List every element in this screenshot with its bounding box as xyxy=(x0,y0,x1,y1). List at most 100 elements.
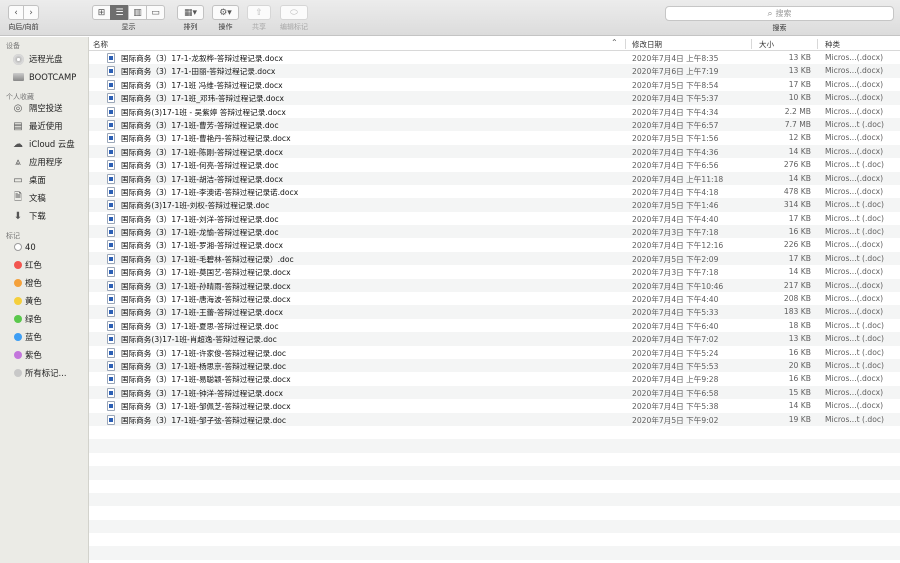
file-size: 13 KB xyxy=(788,66,811,76)
search-icon: ⌕ xyxy=(767,8,773,19)
file-kind: Micros...(.docx) xyxy=(825,146,884,156)
gear-icon: ⚙▾ xyxy=(219,7,232,18)
table-row[interactable]: 国际商务（3）17-1班-曹芳-答辩过程记录.doc 2020年7月4日 下午6:… xyxy=(89,117,900,132)
edit-tags-button[interactable]: ⬭ xyxy=(280,5,308,20)
file-kind: Micros...t (.doc) xyxy=(825,200,885,210)
table-row[interactable]: 国际商务（3）17-1班-王蕾-答辩过程记录.docx 2020年7月4日 下午5… xyxy=(89,305,900,319)
list-view-button[interactable]: ☰ xyxy=(110,5,129,20)
file-name: 国际商务(3)17-1班-刘权-答辩过程记录.doc xyxy=(121,201,270,211)
column-view-button[interactable]: ▥ xyxy=(128,5,147,20)
sidebar-tag-5[interactable]: 蓝色 xyxy=(0,328,88,346)
table-row[interactable]: 国际商务（3）17-1班-胡洁-答辩过程记录.docx 2020年7月4日 上午1… xyxy=(89,171,900,185)
table-row[interactable]: 国际商务(3)17-1班 - 吴紫婷 答辩过程记录.docx 2020年7月4日 … xyxy=(89,105,900,118)
sidebar-item-bootcamp[interactable]: BOOTCAMP xyxy=(0,68,88,86)
file-date: 2020年7月3日 下午7:18 xyxy=(632,228,719,238)
sidebar-item-icloud[interactable]: ☁ iCloud 云盘 xyxy=(0,135,88,153)
file-date: 2020年7月4日 下午10:46 xyxy=(632,281,724,291)
sidebar-tag-1[interactable]: 红色 xyxy=(0,256,88,274)
sidebar-item-documents[interactable]: 🗎 文稿 xyxy=(0,189,88,207)
table-row[interactable]: 国际商务（3）17-1班-刘洋-答辩过程记录.doc 2020年7月4日 下午4:… xyxy=(89,212,900,225)
arrange-button[interactable]: ▦▾ xyxy=(177,5,204,20)
date-column-header[interactable]: 修改日期 xyxy=(632,39,662,50)
file-name: 国际商务（3）17-1班-胡洁-答辩过程记录.docx xyxy=(121,174,283,184)
sidebar-item-recents[interactable]: ▤ 最近使用 xyxy=(0,117,88,135)
file-kind: Micros...t (.doc) xyxy=(825,334,885,344)
table-row[interactable]: 国际商务（3）17-1班-毛碧林-答辩过程记录）.doc 2020年7月5日 下午… xyxy=(89,251,900,266)
sidebar-tag-label: 绿色 xyxy=(25,314,42,324)
file-name: 国际商务（3）17-1-龙叙桦-答辩过程记录.docx xyxy=(121,54,283,63)
table-row[interactable]: 国际商务（3）17-1班-唐海波-答辩过程记录.docx 2020年7月4日 下午… xyxy=(89,292,900,305)
back-button[interactable]: ‹ xyxy=(8,5,24,20)
table-row[interactable]: 国际商务（3）17-1班-钟洋-答辩过程记录.docx 2020年7月4日 下午6… xyxy=(89,385,900,400)
sidebar-tag-label: 橙色 xyxy=(25,278,42,288)
file-size: 18 KB xyxy=(788,320,811,330)
file-size: 20 KB xyxy=(788,360,811,370)
devices-heading: 设备 xyxy=(6,42,20,50)
table-row[interactable]: 国际商务(3)17-1班-肖超逸-答辩过程记录.doc 2020年7月4日 下午7… xyxy=(89,332,900,346)
empty-row xyxy=(89,453,900,466)
file-name: 国际商务（3）17-1班-曹艳丹-答辩过程记录.docx xyxy=(121,134,291,144)
sidebar-item-label: 最近使用 xyxy=(29,121,63,131)
column-divider[interactable] xyxy=(817,39,818,49)
table-row[interactable]: 国际商务（3）17-1-龙叙桦-答辩过程记录.docx 2020年7月4日 上午8… xyxy=(89,51,900,64)
table-row[interactable]: 国际商务（3）17-1-田丽-答辩过程记录.docx 2020年7月6日 上午7:… xyxy=(89,64,900,78)
table-row[interactable]: 国际商务（3）17-1班-邹子弦-答辩过程记录.doc 2020年7月5日 下午9… xyxy=(89,412,900,426)
table-row[interactable]: 国际商务（3）17-1班-杨思京-答辩过程记录.doc 2020年7月4日 下午5… xyxy=(89,358,900,373)
sidebar-tag-4[interactable]: 绿色 xyxy=(0,310,88,328)
file-rows: 国际商务（3）17-1-龙叙桦-答辩过程记录.docx 2020年7月4日 上午8… xyxy=(89,51,900,560)
table-row[interactable]: 国际商务（3）17-1班-易聪颖-答辩过程记录.docx 2020年7月4日 上午… xyxy=(89,372,900,385)
table-row[interactable]: 国际商务（3）17-1班-邹佩芝-答辩过程记录.docx 2020年7月4日 下午… xyxy=(89,399,900,412)
file-kind: Micros...(.docx) xyxy=(825,267,884,277)
file-name: 国际商务（3）17-1班-许家俊-答辩过程记录.doc xyxy=(121,348,287,358)
file-date: 2020年7月4日 下午4:18 xyxy=(632,187,719,197)
size-column-header[interactable]: 大小 xyxy=(759,39,774,50)
kind-column-header[interactable]: 种类 xyxy=(825,39,840,50)
column-divider[interactable] xyxy=(751,39,752,49)
file-name: 国际商务（3）17-1班-李澳诺-答辩过程记录诺.docx xyxy=(121,187,299,197)
sidebar-item-applications[interactable]: ⩓ 应用程序 xyxy=(0,153,88,171)
column-divider[interactable] xyxy=(625,39,626,49)
sort-ascending-icon: ⌃ xyxy=(611,38,618,47)
sidebar-item-desktop[interactable]: ▭ 桌面 xyxy=(0,171,88,189)
search-input[interactable]: ⌕ 搜索 xyxy=(665,6,894,21)
table-row[interactable]: 国际商务（3）17-1班-许家俊-答辩过程记录.doc 2020年7月4日 下午5… xyxy=(89,346,900,359)
file-kind: Micros...(.docx) xyxy=(825,294,884,304)
table-row[interactable]: 国际商务（3）17-1班 冯维-答辩过程记录.docx 2020年7月5日 下午8… xyxy=(89,78,900,91)
sidebar-item-airdrop[interactable]: ◎ 隔空投送 xyxy=(0,99,88,117)
file-kind: Micros...(.docx) xyxy=(825,106,884,116)
file-date: 2020年7月4日 下午6:56 xyxy=(632,161,719,171)
table-row[interactable]: 国际商务（3）17-1班-何亮-答辩过程记录.doc 2020年7月4日 下午6:… xyxy=(89,158,900,171)
table-row[interactable]: 国际商务（3）17-1班_邓玮-答辩过程记录.docx 2020年7月4日 下午5… xyxy=(89,91,900,105)
file-name: 国际商务（3）17-1班-何亮-答辩过程记录.doc xyxy=(121,161,279,171)
table-row[interactable]: 国际商务（3）17-1班-陈刚-答辩过程记录.docx 2020年7月4日 下午4… xyxy=(89,144,900,159)
share-button[interactable]: ⇧ xyxy=(247,5,271,20)
sidebar-item-remote-disc[interactable]: 远程光盘 xyxy=(0,50,88,68)
sidebar-tag-3[interactable]: 黄色 xyxy=(0,292,88,310)
name-column-header[interactable]: 名称 xyxy=(93,39,108,50)
sidebar-item-downloads[interactable]: ⬇ 下载 xyxy=(0,207,88,225)
sidebar-tag-2[interactable]: 橙色 xyxy=(0,274,88,292)
file-size: 7.7 MB xyxy=(784,119,811,129)
table-row[interactable]: 国际商务（3）17-1班-龙愉-答辩过程记录.doc 2020年7月3日 下午7:… xyxy=(89,225,900,239)
forward-button[interactable]: › xyxy=(23,5,39,20)
table-row[interactable]: 国际商务（3）17-1班-夏思-答辩过程记录.doc 2020年7月4日 下午6:… xyxy=(89,319,900,332)
file-size: 10 KB xyxy=(788,93,811,103)
file-date: 2020年7月4日 下午12:16 xyxy=(632,241,724,251)
sidebar-tag-7[interactable]: 所有标记... xyxy=(0,364,88,382)
icon-view-button[interactable]: ⊞ xyxy=(92,5,111,20)
table-row[interactable]: 国际商务（3）17-1班-李澳诺-答辩过程记录诺.docx 2020年7月4日 下… xyxy=(89,185,900,198)
table-row[interactable]: 国际商务(3)17-1班-刘权-答辩过程记录.doc 2020年7月5日 下午1:… xyxy=(89,198,900,212)
action-button[interactable]: ⚙▾ xyxy=(212,5,239,20)
table-row[interactable]: 国际商务（3）17-1班-孙晴雨-答辩过程记录.docx 2020年7月4日 下午… xyxy=(89,278,900,293)
table-row[interactable]: 国际商务（3）17-1班-曹艳丹-答辩过程记录.docx 2020年7月5日 下午… xyxy=(89,131,900,144)
nav-label: 向后/向前 xyxy=(8,23,39,31)
file-name: 国际商务（3）17-1班-莫国艺-答辩过程记录.docx xyxy=(121,268,291,278)
downloads-icon: ⬇ xyxy=(13,210,23,222)
table-row[interactable]: 国际商务（3）17-1班-罗湘-答辩过程记录.docx 2020年7月4日 下午1… xyxy=(89,238,900,251)
gallery-view-button[interactable]: ▭ xyxy=(146,5,165,20)
sidebar-tag-6[interactable]: 紫色 xyxy=(0,346,88,364)
sidebar-item-label: 文稿 xyxy=(29,193,46,203)
toolbar: ‹ › 向后/向前 ⊞ ☰ ▥ ▭ 显示 ▦▾ 排列 ⚙▾ 操作 ⇧ 共享 ⬭ … xyxy=(0,0,900,36)
tags-label: 编辑标记 xyxy=(280,23,308,31)
table-row[interactable]: 国际商务（3）17-1班-莫国艺-答辩过程记录.docx 2020年7月3日 下午… xyxy=(89,265,900,278)
